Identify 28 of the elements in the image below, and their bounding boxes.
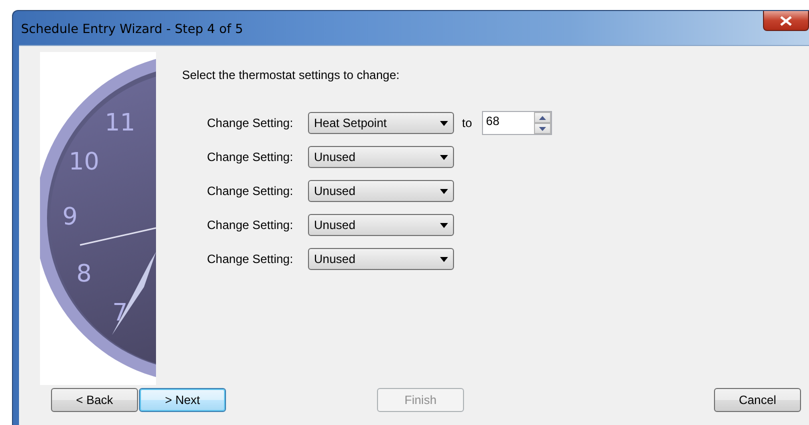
spin-up-button[interactable] <box>534 112 552 123</box>
dropdown-arrow-icon <box>440 120 448 126</box>
down-arrow-icon <box>539 126 546 130</box>
setting-dropdown[interactable]: Unused <box>308 180 454 202</box>
instruction-text: Select the thermostat settings to change: <box>182 68 400 82</box>
setting-dropdown[interactable]: Heat Setpoint <box>308 112 454 134</box>
dropdown-arrow-icon <box>440 256 448 262</box>
setting-label: Change Setting: <box>207 116 294 130</box>
setting-dropdown[interactable]: Unused <box>308 146 454 168</box>
setting-label: Change Setting: <box>207 184 294 198</box>
wizard-button[interactable]: > Next <box>139 388 226 412</box>
setting-dropdown[interactable]: Unused <box>308 214 454 236</box>
setting-label: Change Setting: <box>207 218 294 232</box>
close-button[interactable] <box>763 11 809 31</box>
value-spinner[interactable]: 68 <box>482 111 552 135</box>
close-icon <box>780 16 792 26</box>
dropdown-arrow-icon <box>440 154 448 160</box>
window-title: Schedule Entry Wizard - Step 4 of 5 <box>21 20 244 36</box>
to-label: to <box>462 116 472 130</box>
spin-down-button[interactable] <box>534 123 552 134</box>
wizard-button[interactable]: < Back <box>51 388 138 412</box>
dropdown-arrow-icon <box>440 222 448 228</box>
cancel-button[interactable]: Cancel <box>714 388 801 412</box>
setting-label: Change Setting: <box>207 252 294 266</box>
up-arrow-icon <box>539 116 546 120</box>
setting-label: Change Setting: <box>207 150 294 164</box>
dropdown-arrow-icon <box>440 188 448 194</box>
setting-dropdown[interactable]: Unused <box>308 248 454 270</box>
